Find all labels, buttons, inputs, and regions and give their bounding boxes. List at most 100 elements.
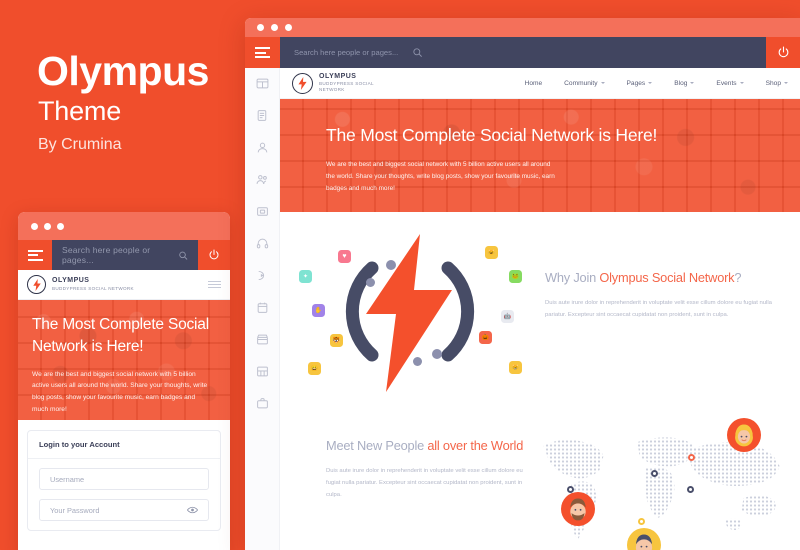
desktop-logo-tagline: BUDDYPRESS SOCIAL NETWORK [319,81,374,93]
mobile-window-chrome [18,212,230,240]
orbit-dot [432,349,442,359]
nav-item-home[interactable]: Home [525,80,543,87]
map-pin-avatar-male[interactable] [561,492,595,526]
desktop-navbar: OLYMPUS BUDDYPRESS SOCIAL NETWORK Home C… [280,68,800,99]
window-dot-minimize[interactable] [271,24,278,31]
orbit-dot [386,260,396,270]
mobile-hamburger-menu-icon[interactable] [18,240,52,270]
sidebar-item-user-profile-icon[interactable] [256,141,269,159]
desktop-hero-body: We are the best and biggest social netwo… [326,161,555,192]
mobile-logo-bar: OLYMPUS BUDDYPRESS SOCIAL NETWORK [18,270,230,300]
mobile-password-placeholder: Your Password [50,505,100,515]
map-marker-active[interactable] [688,454,695,461]
desktop-logo[interactable]: OLYMPUS BUDDYPRESS SOCIAL NETWORK [292,72,375,94]
orbit-dot [366,278,375,287]
sidebar-item-briefcase-jobs-icon[interactable] [256,397,269,415]
nav-item-blog[interactable]: Blog [674,79,695,87]
chevron-down-icon [648,82,653,84]
promo-title: Olympus [37,48,209,94]
desktop-hamburger-menu-icon[interactable] [245,37,280,68]
why-title-accent: Olympus Social Network [599,270,735,285]
promo-subtitle: Theme [38,96,122,126]
eye-icon[interactable] [187,506,198,514]
nav-item-shop[interactable]: Shop [766,80,788,87]
why-title-tail: ? [734,270,742,285]
cat-badge-icon: 😺 [485,246,498,259]
sidebar-item-video-icon[interactable] [256,205,269,223]
meet-people-title: Meet New People all over the World [326,438,535,453]
search-icon[interactable] [412,47,423,58]
why-join-body: Duis aute irure dolor in reprehenderit i… [545,300,772,319]
happy-cat-badge-icon: 😸 [509,361,522,374]
why-join-section: Why Join Olympus Social Network? Duis au… [535,212,800,408]
desktop-search-input[interactable]: Search here people or pages... [280,37,435,68]
sidebar-item-play-stream-icon[interactable] [256,269,269,287]
nav-item-community[interactable]: Community [564,79,605,87]
mobile-hero-heading: The Most Complete Social Network is Here… [32,316,209,356]
robot-badge-icon: 🤖 [501,310,514,323]
desktop-topbar: Search here people or pages... [245,37,800,68]
desktop-nav-links: Home Community Pages Blog Events Shop [525,80,788,87]
lightning-bolt-logo-icon [27,275,46,294]
mobile-logo-name: OLYMPUS [52,277,90,285]
map-pin-avatar-blonde[interactable] [727,418,761,452]
desktop-hero: The Most Complete Social Network is Here… [280,99,800,212]
orbit-dot [413,357,422,366]
sidebar-item-calendar-icon[interactable] [256,301,269,319]
window-dot-minimize[interactable] [44,222,51,230]
lightning-bolt-logo-icon [292,72,313,94]
dotted-world-map [543,437,780,540]
window-dot-close[interactable] [257,24,264,31]
desktop-search-placeholder: Search here people or pages... [294,48,399,57]
window-dot-maximize[interactable] [285,24,292,31]
mobile-logo[interactable]: OLYMPUS BUDDYPRESS SOCIAL NETWORK [27,275,134,294]
sidebar-item-grid-apps-icon[interactable] [256,365,269,383]
nav-item-pages[interactable]: Pages [627,80,653,87]
pumpkin-badge-icon: 🎃 [479,331,492,344]
nav-item-events[interactable]: Events [716,79,744,87]
nav-label: Pages [626,79,646,87]
tiger-badge-icon: 🐯 [330,334,343,347]
promo-byline: By Crumina [38,136,122,153]
mobile-hero-body: We are the best and biggest social netwo… [32,370,208,413]
map-marker-highlight[interactable] [638,518,645,525]
desktop-sidebar [245,68,280,550]
thumbs-up-badge-icon: ✋ [312,304,325,317]
sidebar-item-groups-icon[interactable] [256,173,269,191]
window-dot-close[interactable] [31,222,38,230]
why-title-plain: Why Join [545,270,600,285]
chevron-down-icon [739,82,744,84]
nav-label: Home [524,79,543,87]
sidebar-item-newsfeed-icon[interactable] [256,77,269,95]
chevron-down-icon [600,82,605,84]
mobile-password-field[interactable]: Your Password [39,499,209,521]
mobile-username-field[interactable]: Username [39,468,209,490]
why-join-title: Why Join Olympus Social Network? [545,270,790,285]
lightning-bolt-illustration: ♥ ✦ ✋ 🐯 😀 😺 🐸 🤖 🎃 😸 [280,212,535,408]
nav-label: Blog [674,79,688,87]
mobile-power-icon[interactable] [198,240,230,270]
search-icon[interactable] [178,250,188,261]
sidebar-item-headphones-music-icon[interactable] [256,237,269,255]
mobile-logo-tagline: BUDDYPRESS SOCIAL NETWORK [52,285,134,291]
mobile-search-input[interactable]: Search here people or pages... [52,240,198,270]
nav-label: Community [564,79,598,87]
mobile-username-placeholder: Username [50,474,85,484]
mobile-hero: The Most Complete Social Network is Here… [18,300,230,420]
world-map-illustration [535,408,800,550]
mobile-nav-toggle-icon[interactable] [208,280,221,289]
window-dot-maximize[interactable] [57,222,64,230]
map-marker[interactable] [687,486,694,493]
desktop-mockup: Search here people or pages... OLYMPUS B… [245,18,800,550]
sidebar-item-articles-icon[interactable] [256,109,269,127]
desktop-topbar-spacer [435,37,766,68]
mobile-login-title: Login to your Account [28,431,220,459]
meet-title-plain: Meet New People [326,438,428,453]
map-marker[interactable] [651,470,658,477]
mobile-login-card: Login to your Account Username Your Pass… [27,430,221,531]
sidebar-item-store-icon[interactable] [256,333,269,351]
desktop-feature-section: ♥ ✦ ✋ 🐯 😀 😺 🐸 🤖 🎃 😸 Why Join Olympus Soc… [280,212,800,408]
nav-label: Events [716,79,737,87]
desktop-power-icon[interactable] [766,37,800,68]
map-pin-avatar-female[interactable] [627,528,661,550]
